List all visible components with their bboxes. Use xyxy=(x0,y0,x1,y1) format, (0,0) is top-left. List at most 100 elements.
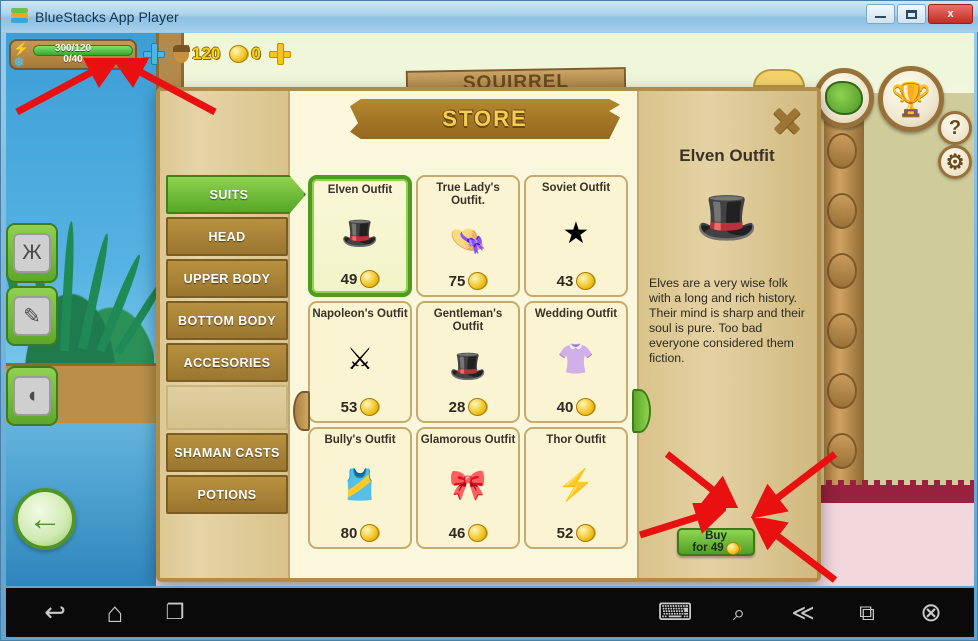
nav-left-group: ↩ ⌂ ❐ xyxy=(42,597,188,628)
tab-head[interactable]: HEAD xyxy=(166,217,288,256)
achievements-button[interactable]: 🏆 xyxy=(878,66,944,132)
location-icon[interactable]: ⌕ xyxy=(726,600,752,626)
item-price: 52 xyxy=(557,524,596,542)
elven-outfit-large-icon: 🎩 xyxy=(695,188,759,245)
store-title: STORE xyxy=(442,106,528,131)
coin-icon xyxy=(360,270,380,288)
trophy-icon: 🏆 xyxy=(891,81,931,117)
price-value: 49 xyxy=(340,270,358,288)
item-card-glamorous-outfit[interactable]: Glamorous Outfit 🎀 46 xyxy=(416,427,520,549)
inventory-slot-butterfly[interactable]: Ж xyxy=(6,223,58,283)
add-energy-button[interactable] xyxy=(143,43,165,65)
tab-label: BOTTOM BODY xyxy=(178,313,276,328)
category-tabs: SUITS HEAD UPPER BODY BOTTOM BODY ACCESO… xyxy=(166,175,306,517)
coin-icon xyxy=(360,524,380,542)
price-value: 80 xyxy=(340,524,358,542)
item-detail-panel: Elven Outfit 🎩 Elves are a very wise fol… xyxy=(637,91,817,578)
home-icon[interactable]: ⌂ xyxy=(102,597,128,628)
coin-icon xyxy=(576,398,596,416)
store-title-banner: STORE xyxy=(350,99,620,139)
feather-icon: ✎ xyxy=(13,296,51,336)
item-name: Gentleman's Outfit xyxy=(433,308,503,333)
back-button[interactable]: ← xyxy=(14,488,76,550)
keyboard-icon[interactable]: ⌨ xyxy=(658,599,693,626)
screenshot-icon[interactable]: ⧉ xyxy=(854,600,880,626)
tree-trunk xyxy=(824,93,864,488)
coin-icon xyxy=(468,524,488,542)
map-island-icon xyxy=(825,81,863,115)
tab-shaman-casts[interactable]: SHAMAN CASTS xyxy=(166,433,288,472)
gentlemans-outfit-icon: 🎩 xyxy=(449,349,487,383)
item-price: 75 xyxy=(449,272,488,290)
coin-icon xyxy=(468,398,488,416)
price-value: 75 xyxy=(448,272,466,290)
screenshot-root: BlueStacks App Player x SQUIRREL ⚡ ❅ 300… xyxy=(0,0,978,641)
item-card-true-ladys-outfit[interactable]: True Lady's Outfit. 👒 75 xyxy=(416,175,520,297)
bluestacks-window: BlueStacks App Player x SQUIRREL ⚡ ❅ 300… xyxy=(0,0,978,641)
buy-label: Buy xyxy=(705,529,727,542)
tab-spacer xyxy=(166,385,288,430)
help-button[interactable]: ? xyxy=(938,111,972,145)
item-name: Bully's Outfit xyxy=(324,434,396,446)
coin-count: 0 xyxy=(251,44,261,63)
item-card-gentlemans-outfit[interactable]: Gentleman's Outfit 🎩 28 xyxy=(416,301,520,423)
android-nav-bar: ↩ ⌂ ❐ ⌨ ⌕ ≪ ⧉ ⊗ xyxy=(6,588,974,637)
close-store-button[interactable] xyxy=(769,103,803,137)
energy-value: 300/120 xyxy=(54,42,92,54)
item-grid-wrapper: Elven Outfit 🎩 49 True Lady's Outfit. 👒 … xyxy=(308,175,638,567)
price-value: 52 xyxy=(556,524,574,542)
item-card-thor-outfit[interactable]: Thor Outfit ⚡ 52 xyxy=(524,427,628,549)
coin-icon xyxy=(576,272,596,290)
tab-bottom-body[interactable]: BOTTOM BODY xyxy=(166,301,288,340)
item-price: 49 xyxy=(341,270,380,288)
recents-icon[interactable]: ❐ xyxy=(162,600,188,626)
tab-label: HEAD xyxy=(208,229,246,244)
back-icon[interactable]: ↩ xyxy=(42,597,68,627)
item-card-wedding-outfit[interactable]: Wedding Outfit 👚 40 xyxy=(524,301,628,423)
energy-bar: ⚡ ❅ 300/120 0/40 xyxy=(9,38,137,70)
bluestacks-logo-icon xyxy=(11,8,28,25)
tab-suits[interactable]: SUITS xyxy=(166,175,306,214)
coin-icon xyxy=(725,541,740,555)
item-card-soviet-outfit[interactable]: Soviet Outfit ★ 43 xyxy=(524,175,628,297)
acorn-count: 120 xyxy=(192,44,221,63)
soviet-outfit-icon: ★ xyxy=(562,217,590,250)
energy-icon: ⚡ xyxy=(13,40,30,56)
close-window-button[interactable]: x xyxy=(928,4,973,24)
inventory-slot-squirrel[interactable]: ◖ xyxy=(6,366,58,426)
bullys-outfit-icon: 🎽 xyxy=(341,469,379,502)
tab-label: ACCESORIES xyxy=(183,355,271,370)
napoleons-outfit-icon: ⚔ xyxy=(346,343,374,376)
window-controls: x xyxy=(866,4,973,24)
minimize-button[interactable] xyxy=(866,4,895,24)
inventory-slot-feather[interactable]: ✎ xyxy=(6,286,58,346)
map-button[interactable] xyxy=(814,68,874,128)
thor-outfit-icon: ⚡ xyxy=(557,469,595,502)
tab-label: SUITS xyxy=(209,187,249,202)
prev-page-arrow[interactable] xyxy=(293,391,310,431)
buy-button[interactable]: Buy for 49 xyxy=(677,528,755,556)
tab-label: POTIONS xyxy=(197,487,257,502)
item-card-bullys-outfit[interactable]: Bully's Outfit 🎽 80 xyxy=(308,427,412,549)
elven-outfit-icon: 🎩 xyxy=(341,217,379,250)
close-app-icon[interactable]: ⊗ xyxy=(918,597,944,627)
resource-hud: ⚡ ❅ 300/120 0/40 120 0 xyxy=(9,37,291,71)
settings-button[interactable]: ⚙ xyxy=(938,145,972,179)
mana-icon: ❅ xyxy=(13,53,25,70)
coin-icon xyxy=(468,272,488,290)
item-name: Elven Outfit xyxy=(327,184,393,196)
tab-upper-body[interactable]: UPPER BODY xyxy=(166,259,288,298)
maximize-button[interactable] xyxy=(897,4,926,24)
tab-potions[interactable]: POTIONS xyxy=(166,475,288,514)
store-dialog: STORE SUITS HEAD UPPER BODY BOTTOM BODY … xyxy=(156,87,821,582)
item-price: 80 xyxy=(341,524,380,542)
tab-accesories[interactable]: ACCESORIES xyxy=(166,343,288,382)
coin-counter: 0 xyxy=(229,44,261,64)
butterfly-icon: Ж xyxy=(13,233,51,273)
share-icon[interactable]: ≪ xyxy=(790,600,816,626)
inventory-rail: Ж ✎ ◖ xyxy=(6,223,58,429)
item-card-elven-outfit[interactable]: Elven Outfit 🎩 49 xyxy=(308,175,412,297)
add-coins-button[interactable] xyxy=(268,43,291,65)
item-card-napoleons-outfit[interactable]: Napoleon's Outfit ⚔ 53 xyxy=(308,301,412,423)
coin-icon xyxy=(229,45,249,63)
